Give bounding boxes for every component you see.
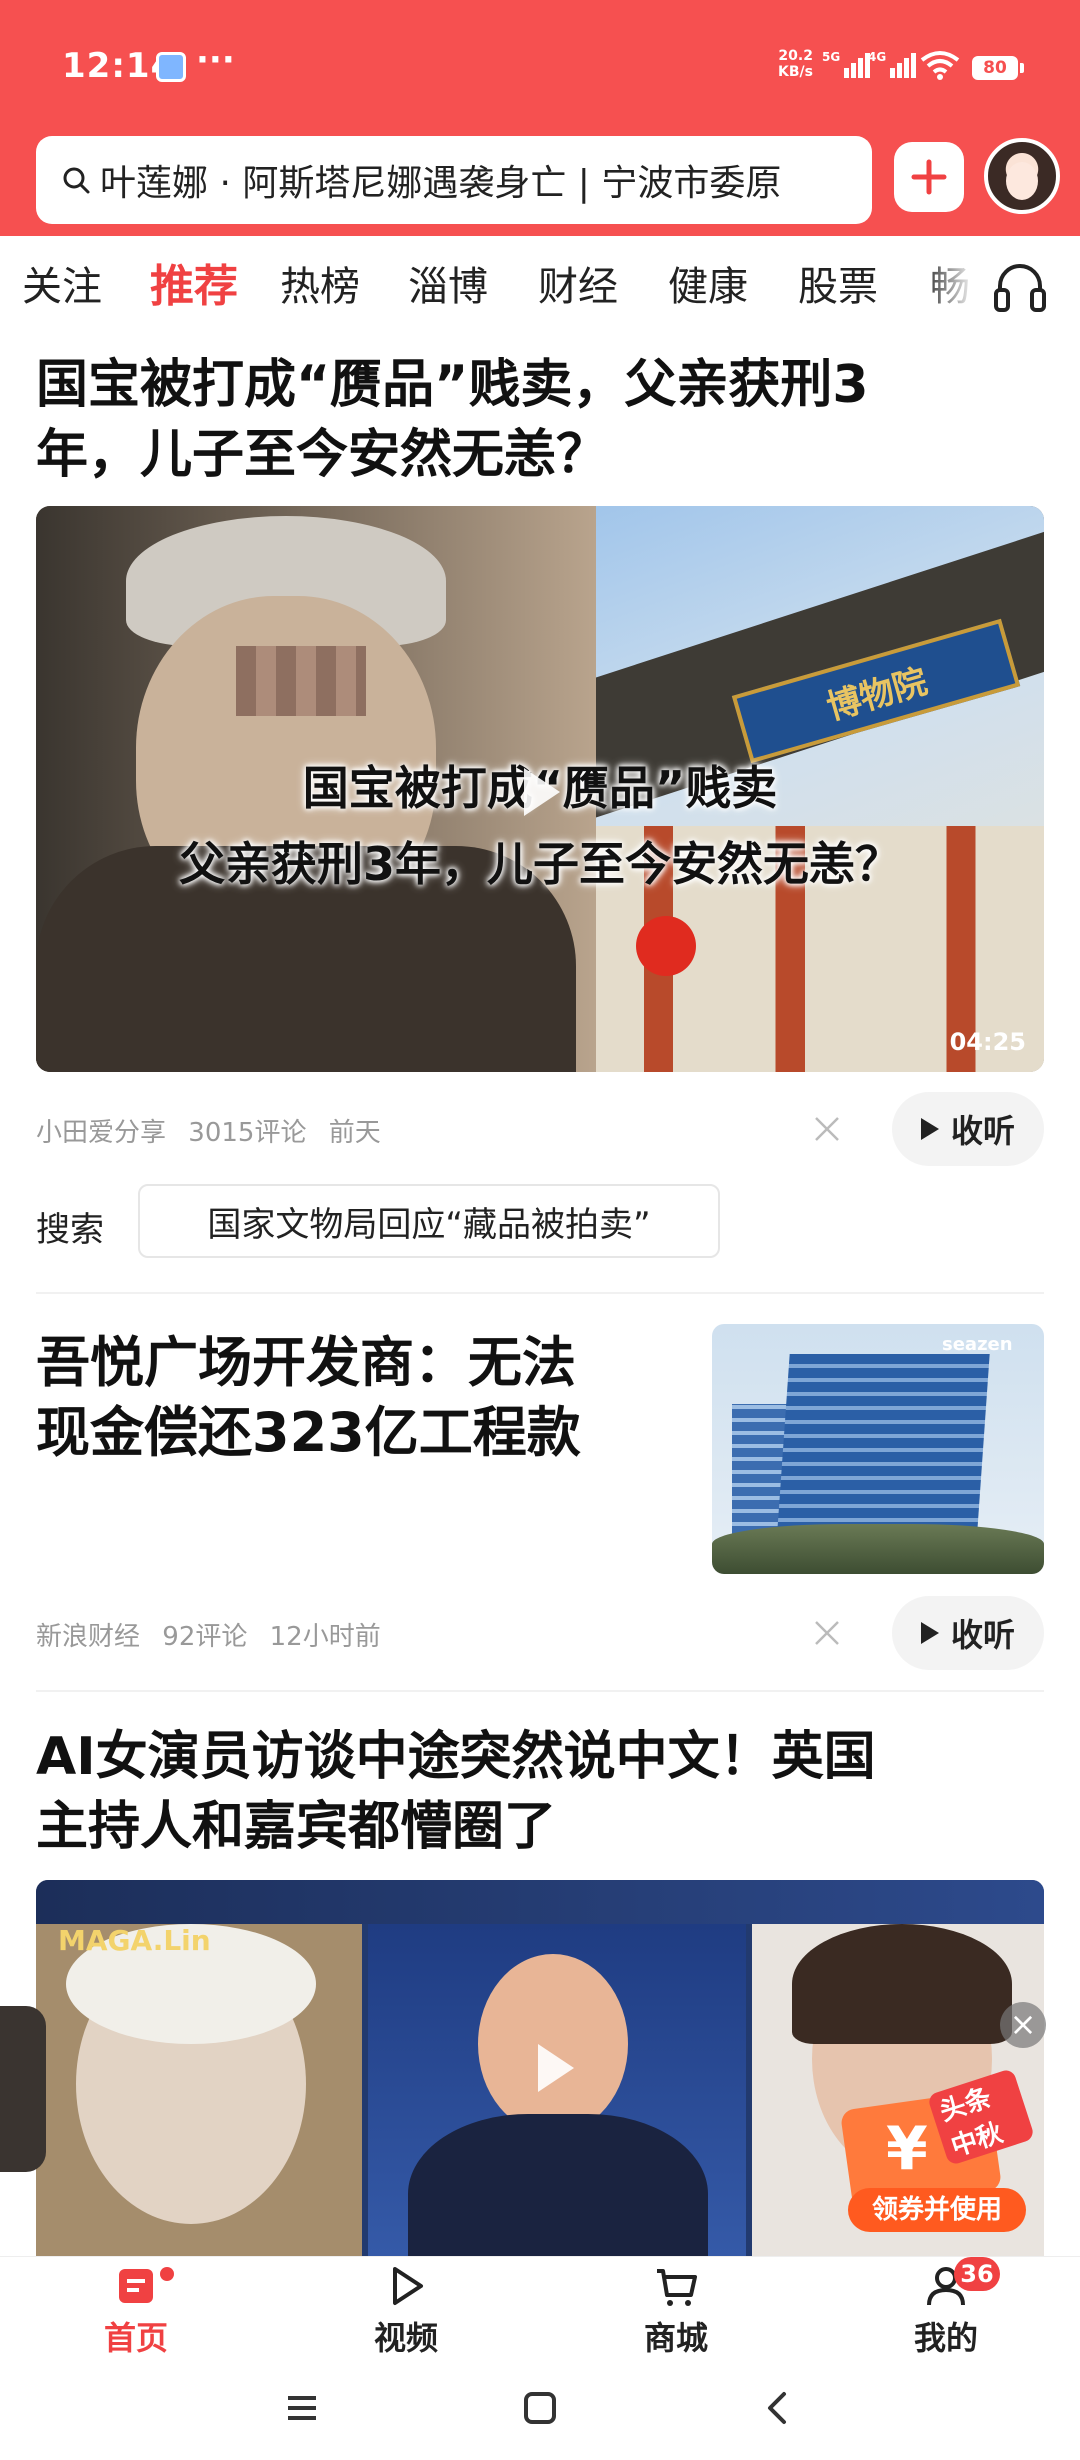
source-name: 小田爱分享 [36,1118,167,1148]
headphone-icon[interactable] [990,256,1050,316]
thumbnail-ribbon [36,1880,1044,1924]
listen-button[interactable]: 收听 [892,1596,1044,1670]
app-notification-icon [156,52,186,82]
nav-home[interactable]: 首页 [66,2263,206,2359]
search-hot-query: 叶莲娜 · 阿斯塔尼娜遇袭身亡 | 宁波市委原 [100,163,782,204]
interview-panel-guest [36,1924,362,2256]
article-meta: 新浪财经 92评论 12小时前 [36,1616,395,1653]
yen-icon: ¥ [886,2114,928,2184]
floating-side-handle[interactable] [0,2006,46,2172]
video-play-icon [393,2267,423,2305]
play-icon [920,1118,939,1140]
system-nav-bar [0,2356,1080,2460]
search-bar[interactable]: 叶莲娜 · 阿斯塔尼娜遇袭身亡 | 宁波市委原 [36,136,872,224]
tab-stocks[interactable]: 股票 [798,254,878,312]
play-icon [920,1622,939,1644]
divider [36,1690,1044,1692]
back-icon[interactable] [760,2390,796,2426]
tabs-fade [920,236,1000,336]
video-duration: 04:25 [949,1028,1026,1056]
trees [712,1524,1044,1574]
video-thumbnail[interactable]: 博物院 国宝被打成“赝品”贱卖 父亲获刑3年，儿子至今安然无恙？ 04:25 [36,506,1044,1072]
video-caption-line2: 父亲获刑3年，儿子至今安然无恙？ [178,837,901,891]
article-thumbnail[interactable]: seazen [712,1324,1044,1574]
play-icon [524,768,560,816]
tab-follow[interactable]: 关注 [22,254,102,312]
svg-text:5G: 5G [822,50,840,64]
tab-health[interactable]: 健康 [668,254,748,312]
status-bar: 12:14 ··· 20.2 KB/s 5G 4G 80 [0,0,1080,120]
battery-icon: 80 [972,56,1024,80]
related-search-chip[interactable]: 国家文物局回应“藏品被拍卖” [138,1184,720,1258]
bottom-nav: 首页 视频 商城 36 我的 [0,2256,1080,2359]
interview-panel-host [368,1924,746,2256]
avatar-face [1006,162,1038,200]
nav-video[interactable]: 视频 [336,2263,476,2359]
source-name: 新浪财经 [36,1622,141,1652]
top-header: 12:14 ··· 20.2 KB/s 5G 4G 80 叶莲娜 · 阿斯塔尼娜… [0,0,1080,236]
recent-apps-icon[interactable] [284,2390,320,2426]
coupon-cta[interactable]: 领券并使用 [848,2188,1026,2232]
signal-5g-icon: 5G [822,50,870,78]
listen-button[interactable]: 收听 [892,1092,1044,1166]
home-button-icon[interactable] [522,2390,558,2426]
play-icon [538,2044,574,2092]
more-notifications-icon: ··· [196,40,235,80]
signal-4g-icon: 4G [868,50,916,78]
dismiss-icon[interactable] [812,1114,842,1144]
divider [36,1292,1044,1294]
actress-hair [792,1924,1012,2044]
video-watermark: MAGA.Lin [58,1924,211,1957]
article-meta: 小田爱分享 3015评论 前天 [36,1112,395,1149]
mosaic-blur [236,646,366,716]
user-avatar[interactable] [984,138,1060,214]
category-tabs: 关注 推荐 热榜 淄博 财经 健康 股票 畅 [0,236,1080,336]
related-search-label: 搜索 [36,1210,104,1250]
wifi-icon [920,51,960,80]
publish-time: 前天 [328,1118,381,1148]
comment-count: 92评论 [162,1622,248,1652]
tab-zibo[interactable]: 淄博 [408,254,488,312]
network-speed: 20.2 KB/s [778,48,813,80]
lantern [636,916,696,976]
tab-finance[interactable]: 财经 [538,254,618,312]
article-title[interactable]: 吾悦广场开发商：无法 现金偿还323亿工程款 [36,1328,676,1468]
search-icon [63,167,90,194]
article-title[interactable]: 国宝被打成“赝品”贱卖，父亲获刑3 年，儿子至今安然无恙？ [36,350,1036,490]
home-icon [119,2269,153,2303]
publish-time: 12小时前 [269,1622,381,1652]
dismiss-icon[interactable] [812,1618,842,1648]
coupon-ad[interactable]: ¥ 头条中秋 领券并使用 [839,2067,1036,2232]
tab-hot-list[interactable]: 热榜 [280,254,360,312]
home-red-dot [160,2267,174,2281]
cart-icon [657,2269,697,2306]
plus-icon [911,159,947,195]
nav-profile[interactable]: 36 我的 [876,2257,1016,2359]
article-title[interactable]: AI女演员访谈中途突然说中文！英国 主持人和嘉宾都懵圈了 [36,1722,1036,1862]
nav-mall[interactable]: 商城 [606,2263,746,2359]
publish-button[interactable] [894,142,964,212]
tab-recommend[interactable]: 推荐 [150,250,238,314]
building-logo: seazen [942,1334,1013,1355]
notification-count-badge: 36 [954,2257,1000,2291]
comment-count: 3015评论 [188,1118,307,1148]
host-suit [408,2114,708,2256]
svg-text:4G: 4G [868,50,886,64]
ad-close-button[interactable]: × [1000,2002,1046,2048]
app-screen: 12:14 ··· 20.2 KB/s 5G 4G 80 叶莲娜 · 阿斯塔尼娜… [0,0,1080,2460]
